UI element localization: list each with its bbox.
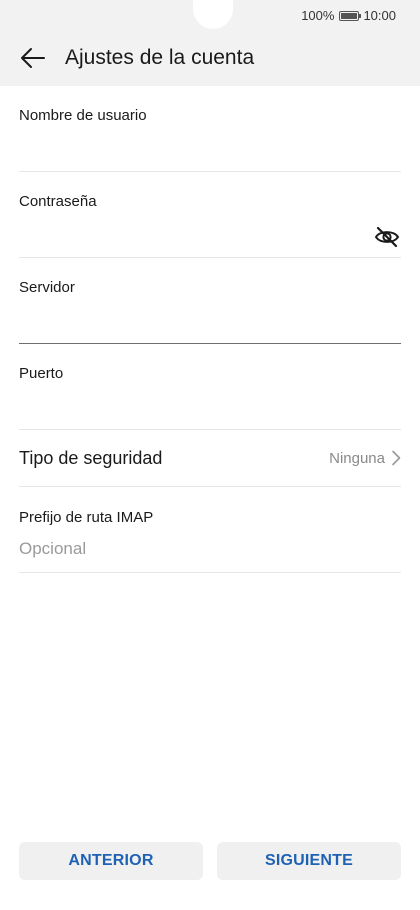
eye-off-icon[interactable] (374, 226, 400, 248)
server-label: Servidor (19, 279, 75, 296)
back-button[interactable] (18, 43, 48, 73)
account-settings-form: Nombre de usuario Contraseña Servidor Pu… (19, 86, 401, 573)
username-field: Nombre de usuario (19, 86, 401, 172)
server-field: Servidor (19, 258, 401, 344)
camera-notch (193, 0, 233, 29)
clock: 10:00 (363, 8, 396, 23)
port-label: Puerto (19, 365, 64, 382)
chevron-right-icon (392, 450, 401, 466)
arrow-left-icon (21, 48, 45, 68)
status-bar: 100% 10:00 (0, 0, 420, 30)
imap-prefix-field: Prefijo de ruta IMAP (19, 487, 401, 573)
previous-button[interactable]: ANTERIOR (19, 842, 203, 880)
imap-prefix-label: Prefijo de ruta IMAP (19, 509, 154, 526)
security-type-value: Ninguna (329, 449, 385, 467)
app-header: Ajustes de la cuenta (0, 30, 420, 86)
battery-icon (339, 10, 362, 21)
password-input[interactable] (19, 216, 359, 252)
battery-percent: 100% (301, 8, 335, 23)
port-input[interactable] (19, 388, 401, 424)
status-indicators: 100% 10:00 (301, 8, 396, 23)
next-button[interactable]: SIGUIENTE (217, 842, 401, 880)
password-label: Contraseña (19, 193, 97, 210)
security-type-label: Tipo de seguridad (19, 447, 163, 468)
imap-prefix-input[interactable] (19, 531, 401, 567)
username-label: Nombre de usuario (19, 107, 147, 124)
username-input[interactable] (19, 130, 401, 166)
password-field: Contraseña (19, 172, 401, 258)
security-type-selector[interactable]: Tipo de seguridad Ninguna (19, 430, 401, 487)
server-input[interactable] (19, 302, 401, 338)
page-title: Ajustes de la cuenta (65, 46, 255, 69)
port-field: Puerto (19, 344, 401, 430)
